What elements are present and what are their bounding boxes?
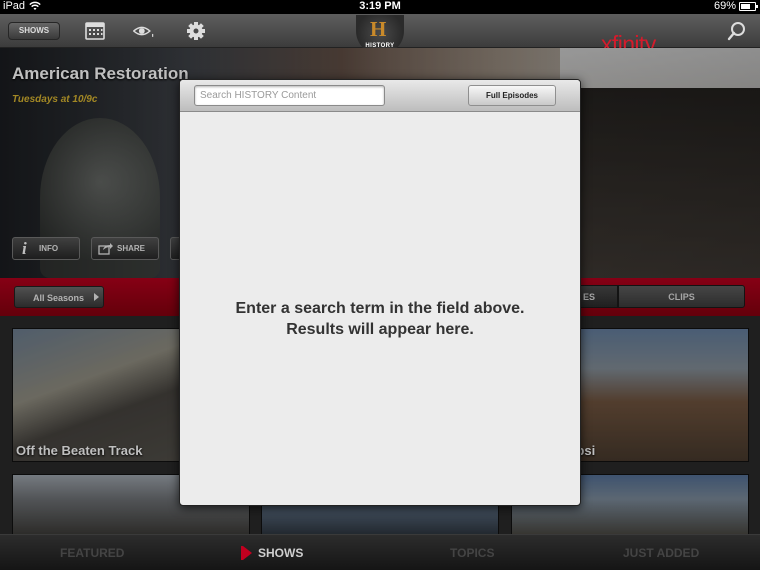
tab-shows[interactable]: SHOWS xyxy=(258,546,303,560)
search-popover: Full Episodes Enter a search term in the… xyxy=(179,79,581,506)
search-input[interactable] xyxy=(194,85,385,106)
eye-icon[interactable] xyxy=(133,20,155,42)
bottom-tab-bar: FEATURED SHOWS TOPICS JUST ADDED xyxy=(0,534,760,570)
tab-just-added[interactable]: JUST ADDED xyxy=(623,546,699,560)
empty-state-message: Enter a search term in the field above. … xyxy=(180,298,580,340)
empty-state-line-1: Enter a search term in the field above. xyxy=(235,300,525,317)
play-icon xyxy=(243,546,252,560)
search-icon[interactable] xyxy=(726,20,748,42)
full-episodes-button[interactable]: Full Episodes xyxy=(468,85,556,106)
clock: 3:19 PM xyxy=(359,0,401,12)
battery-icon xyxy=(739,2,758,11)
empty-state-line-2: Results will appear here. xyxy=(286,321,474,338)
shows-back-button[interactable]: SHOWS xyxy=(8,22,60,40)
status-bar: iPad 3:19 PM 69% xyxy=(0,0,760,14)
battery-percent: 69% xyxy=(713,0,736,12)
history-logo-letter: H xyxy=(370,17,387,41)
gear-icon[interactable] xyxy=(185,20,207,42)
calendar-icon[interactable] xyxy=(84,20,106,42)
search-header: Full Episodes xyxy=(180,80,580,112)
tab-featured[interactable]: FEATURED xyxy=(60,546,124,560)
tab-topics[interactable]: TOPICS xyxy=(450,546,494,560)
search-results: Enter a search term in the field above. … xyxy=(180,112,580,505)
